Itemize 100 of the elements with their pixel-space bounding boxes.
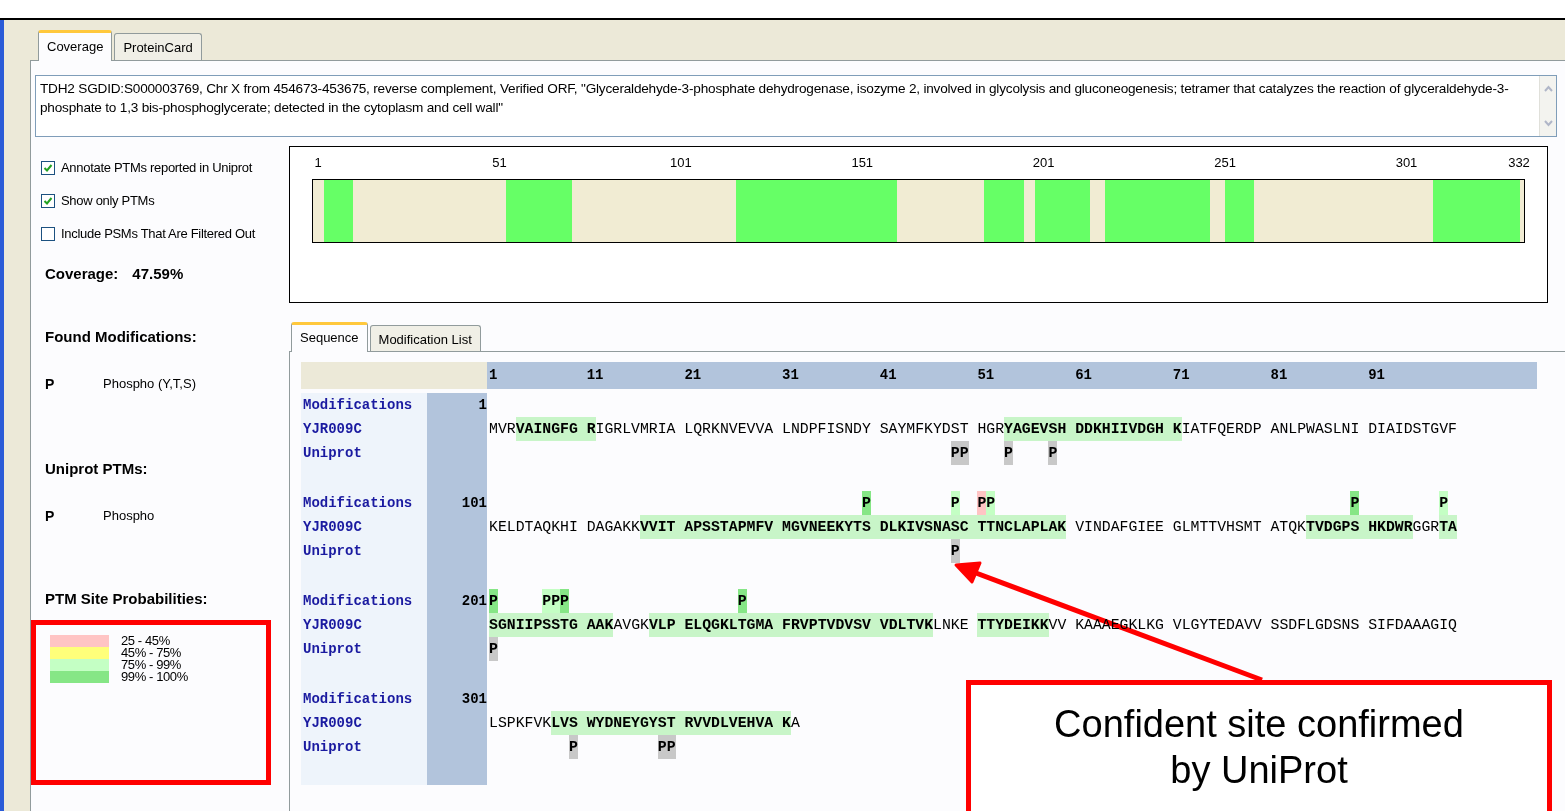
- covered-residues: GMA FRVPTVDVSV VDLTVK: [746, 613, 934, 637]
- covered-residues: TTYDEIKK: [977, 613, 1049, 637]
- checkbox[interactable]: [41, 161, 55, 175]
- track-label: Modifications: [303, 690, 414, 709]
- covered-residues: S: [861, 515, 871, 539]
- track-label: Uniprot: [303, 640, 363, 659]
- checkbox-label: Annotate PTMs reported in Uniprot: [61, 159, 252, 178]
- track-label: Uniprot: [303, 444, 363, 463]
- covered-residues: C: [959, 515, 978, 539]
- position-tick: 51: [492, 153, 507, 172]
- position-number: 31: [782, 366, 800, 385]
- uniprot-mark: P: [950, 539, 960, 563]
- position-tick: 251: [1214, 153, 1236, 172]
- covered-residues: T: [1439, 515, 1449, 539]
- modification-mark: P: [1439, 491, 1449, 515]
- modification-symbol: P: [45, 375, 56, 394]
- covered-residues: LV: [551, 711, 569, 735]
- residues: A: [790, 714, 800, 733]
- modification-mark: P: [977, 491, 987, 515]
- modification-name: Phospho (Y,T,S): [103, 375, 196, 393]
- modification-mark: P: [560, 589, 569, 613]
- uniprot-mark: P: [1048, 441, 1058, 465]
- section-title: Found Modifications:: [45, 326, 198, 347]
- covered-residues: HKDWR: [1359, 515, 1413, 539]
- position-tick: 151: [851, 153, 874, 172]
- check-icon: [43, 196, 53, 206]
- checkbox[interactable]: [41, 194, 55, 208]
- covered-residues: A: [1448, 515, 1457, 539]
- residues: LNKE: [933, 616, 970, 635]
- row-start-number: 101: [461, 494, 487, 513]
- residues: IATFQERDP ANLPWASLNI DIAIDSTGVF: [1181, 420, 1457, 439]
- row-start-number: 301: [461, 690, 487, 709]
- covered-residues: VAINGFG R: [515, 417, 596, 441]
- covered-residues: G AAK: [568, 613, 614, 637]
- residues: IGRLVMRIA LQRKNVEVVA LNDPFISNDY SAYMFKYD: [595, 420, 951, 439]
- covered-residues: NCLAPLAK: [995, 515, 1067, 539]
- track-label: Uniprot: [303, 738, 363, 757]
- uniprot-mark: P: [489, 637, 498, 661]
- covered-residues: T: [986, 515, 996, 539]
- residues: HGR: [976, 420, 1005, 439]
- modification-mark: P: [551, 589, 561, 613]
- uniprot-mark: P: [959, 441, 969, 465]
- modification-symbol: P: [45, 507, 56, 526]
- legend-label: 99% - 100%: [121, 671, 188, 683]
- covered-residues: H DDKHIIVDGH K: [1057, 417, 1182, 441]
- residues: T: [959, 420, 969, 439]
- covered-residues: RVVDLVEHVA K: [675, 711, 791, 735]
- covered-residues: DLKIVSNA: [870, 515, 951, 539]
- covered-residues: S: [657, 711, 667, 735]
- uniprot-mark: P: [657, 735, 667, 759]
- legend-label: 75% - 99%: [121, 659, 181, 671]
- covered-residues: T: [560, 613, 569, 637]
- residues: GGR: [1412, 518, 1440, 537]
- track-label: YJR009C: [303, 616, 363, 635]
- covered-residues: S: [1350, 515, 1360, 539]
- residues: AVGK: [613, 616, 649, 635]
- row-start-number: 1: [478, 396, 487, 415]
- check-icon: [43, 163, 53, 173]
- uniprot-mark: P: [950, 441, 960, 465]
- uniprot-mark: P: [1004, 441, 1013, 465]
- description-box[interactable]: [35, 74, 1557, 137]
- modification-mark: P: [861, 491, 871, 515]
- covered-residues: TVDGP: [1306, 515, 1351, 539]
- covered-residues: T: [666, 711, 676, 735]
- covered-residues: S: [568, 711, 578, 735]
- track-label: YJR009C: [303, 420, 363, 439]
- covered-residues: S: [1048, 417, 1058, 441]
- legend-label: 45% - 75%: [121, 647, 181, 659]
- covered-residues: AGEV: [1012, 417, 1049, 441]
- position-tick: 101: [670, 153, 692, 172]
- modification-mark: P: [1350, 491, 1360, 515]
- tab[interactable]: ProteinCard: [114, 33, 202, 60]
- tab[interactable]: Modification List: [369, 324, 481, 351]
- modification-name: Phospho: [103, 507, 155, 525]
- track-label: Uniprot: [303, 542, 363, 561]
- covered-residues: Y: [1004, 417, 1013, 441]
- position-tick: 301: [1395, 153, 1418, 172]
- covered-residues: VVIT APSSTAPMFV MGVNEEKYT: [639, 515, 862, 539]
- callout-text: Confident site confirmed by UniProt: [1053, 702, 1465, 793]
- position-number: 41: [879, 366, 898, 385]
- position-number: 21: [684, 366, 703, 385]
- tab[interactable]: Sequence: [291, 321, 368, 352]
- track-label: YJR009C: [303, 714, 363, 733]
- track-label: YJR009C: [303, 518, 363, 537]
- position-number: 71: [1172, 366, 1191, 385]
- modification-mark: P: [950, 491, 960, 515]
- covered-residues: S: [489, 613, 498, 637]
- position-tick: 1: [314, 153, 322, 172]
- covered-residues: WYDNEYGY: [577, 711, 658, 735]
- track-label: Modifications: [303, 494, 414, 513]
- modification-mark: P: [986, 491, 996, 515]
- track-label: Modifications: [303, 396, 414, 415]
- coverage-value: 47.59%: [132, 263, 184, 284]
- row-start-number: 201: [461, 592, 487, 611]
- section-title: PTM Site Probabilities:: [45, 588, 209, 609]
- checkbox[interactable]: [41, 227, 55, 241]
- tab[interactable]: Coverage: [38, 30, 113, 61]
- position-tick: 201: [1032, 153, 1055, 172]
- covered-residues: VLP ELQGKL: [648, 613, 738, 637]
- checkbox-label: Show only PTMs: [61, 192, 155, 211]
